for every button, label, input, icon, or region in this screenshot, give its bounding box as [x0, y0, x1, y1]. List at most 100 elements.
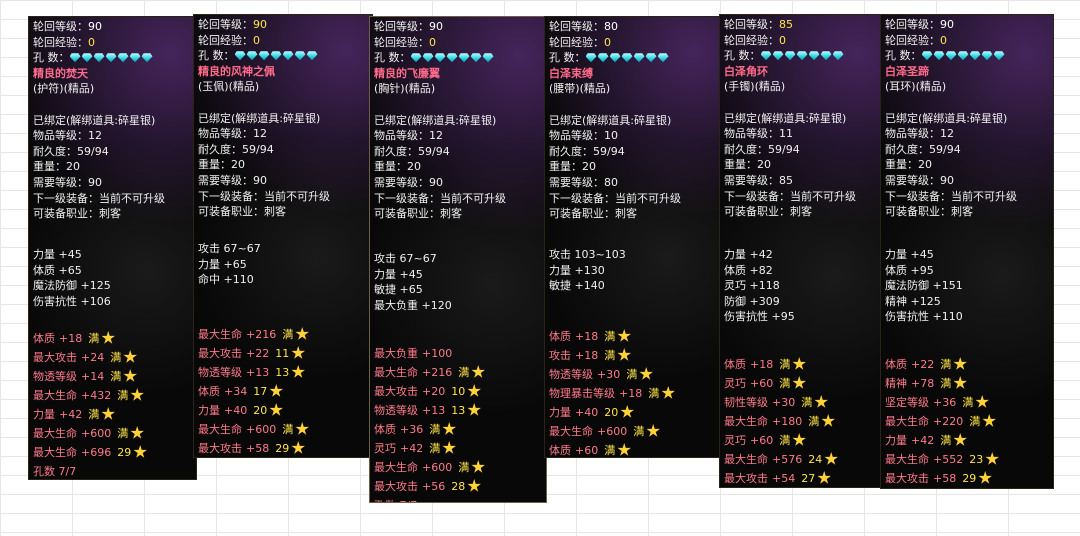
base-stat: 精神 +125: [885, 294, 941, 308]
item-property: 需要等级：85: [724, 173, 793, 187]
reincarnation-level-row: 轮回等级：90: [374, 19, 542, 35]
bonus-attribute-value: +58: [246, 442, 270, 455]
diamond-icon: [609, 53, 621, 63]
socket-label: 孔 数：: [885, 49, 922, 63]
bonus-attribute-row: 最大负重 +100: [374, 344, 485, 363]
bonus-attribute-mark: 满: [282, 328, 294, 341]
reincarnation-exp-row: 轮回经验：0: [374, 35, 542, 51]
star-icon: [617, 348, 631, 361]
base-stat: 攻击 67~67: [198, 242, 261, 255]
base-stat: 力量 +65: [198, 257, 247, 271]
diamond-icon: [470, 53, 482, 63]
reincarnation-level-value: 80: [604, 20, 618, 33]
bonus-attribute-mark: 11: [275, 347, 290, 360]
bonus-attribute-value: +56: [422, 480, 446, 493]
bonus-attribute-row: 灵巧 +42 满: [374, 439, 485, 458]
star-icon: [291, 365, 305, 378]
star-icon: [471, 460, 485, 473]
item-type: (耳环)(精品): [885, 80, 947, 94]
bonus-attribute-name: 力量: [549, 406, 571, 419]
item-name: 白泽束缚: [549, 66, 593, 80]
bonus-attribute-name: 物透等级: [549, 368, 593, 381]
reincarnation-level-value: 90: [88, 20, 102, 33]
reincarnation-level-value: 90: [429, 20, 443, 33]
tooltip-content: 轮回等级：90 轮回经验：0 孔 数： 精良的焚天 (护符)(精品) 已绑定(解绑道具:碎…: [29, 17, 196, 222]
bonus-attribute-value: +220: [933, 415, 964, 428]
reincarnation-level-row: 轮回等级：90: [885, 17, 1049, 33]
bonus-attribute-mark: 29: [275, 442, 290, 455]
bonus-attribute-row: 物透等级 +13 13: [374, 401, 485, 420]
bonus-attribute-name: 最大生命: [33, 446, 77, 459]
star-icon: [617, 329, 631, 342]
item-tooltip-1: 轮回等级：90 轮回经验：0 孔 数： 精良的焚天 (护符)(精品) 已绑定(解绑道具:碎…: [28, 16, 197, 480]
socket-label: 孔 数：: [549, 51, 586, 65]
bonus-attribute-row: 最大生命 +216 满: [198, 325, 309, 344]
bonus-attribute-name: 体质: [374, 423, 396, 436]
bonus-attribute-value: +58: [933, 472, 957, 485]
bonus-attribute-row: 体质 +22 满: [885, 355, 999, 374]
item-tooltip-6: 轮回等级：90 轮回经验：0 孔 数： 白泽圣蹄 (耳环)(精品) 已绑定(解绑道具:碎星…: [880, 14, 1054, 489]
diamond-icon: [105, 53, 117, 63]
item-property: 已绑定(解绑道具:碎星银): [885, 111, 1008, 125]
reincarnation-exp-label: 轮回经验：: [198, 33, 253, 47]
item-property: 重量：20: [374, 160, 421, 174]
bonus-attribute-value: +600: [81, 427, 112, 440]
bonus-attribute-value: +36: [400, 423, 424, 436]
bonus-attribute-mark: 28: [451, 480, 466, 493]
bonus-attribute-mark: 满: [940, 434, 952, 447]
star-icon: [130, 388, 144, 401]
bonus-attribute-value: +18: [575, 349, 599, 362]
reincarnation-level-row: 轮回等级：80: [549, 19, 716, 35]
bonus-attribute-name: 攻击: [549, 349, 571, 362]
bonus-attribute-row: 最大生命 +600 满: [33, 424, 147, 443]
bonus-attribute-name: 灵巧: [724, 434, 746, 447]
bonus-attribute-value: +696: [81, 446, 112, 459]
star-icon: [123, 350, 137, 363]
bonus-attribute-value: +14: [81, 370, 105, 383]
bonus-attribute-row: 力量 +42 满: [33, 405, 147, 424]
item-property: 已绑定(解绑道具:碎星银): [33, 113, 156, 127]
item-property: 已绑定(解绑道具:碎星银): [724, 111, 847, 125]
base-stat: 体质 +95: [885, 263, 934, 277]
bonus-attribute-name: 物透等级: [198, 366, 242, 379]
item-property: 可装备职业：刺客: [549, 207, 637, 221]
reincarnation-level-row: 轮回等级：90: [198, 17, 368, 33]
bonus-attribute-mark: 满: [779, 434, 791, 447]
item-property: 需要等级：90: [885, 173, 954, 187]
bonus-attribute-value: +40: [224, 404, 248, 417]
item-property: 下一级装备：当前不可升级: [198, 189, 330, 203]
item-name: 精良的飞廉翼: [374, 66, 440, 80]
bonus-attribute-row: 力量 +40 20: [198, 401, 309, 420]
bonus-attribute-row: 物理暴击等级 +18 满: [549, 384, 675, 403]
bonus-attribute-name: 体质: [885, 358, 907, 371]
tooltip-content: 轮回等级：90 轮回经验：0 孔 数： 精良的飞廉翼 (胸针)(精品) 已绑定(解绑道具:…: [370, 17, 546, 222]
bonus-attribute-mark: 满: [88, 408, 100, 421]
bonus-attribute-mark: 满: [801, 396, 813, 409]
bonus-attribute-mark: 满: [429, 423, 441, 436]
bonus-attribute-row: 最大生命 +220 满: [885, 412, 999, 431]
diamond-icon: [93, 53, 105, 63]
diamond-icon: [69, 53, 81, 63]
diamond-icon: [760, 51, 772, 61]
socket-count: 孔数 7/7: [374, 496, 485, 502]
reincarnation-exp-row: 轮回经验：0: [198, 33, 368, 49]
bonus-attribute-row: 最大生命 +576 24: [724, 450, 838, 469]
item-property: 已绑定(解绑道具:碎星银): [549, 113, 672, 127]
bonus-attribute-value: +54: [772, 472, 796, 485]
item-property: 重量：20: [724, 158, 771, 172]
bonus-attribute-name: 最大生命: [198, 423, 242, 436]
diamond-icon: [270, 51, 282, 61]
socket-label: 孔 数：: [33, 51, 70, 65]
item-property: 可装备职业：刺客: [724, 205, 812, 219]
bonus-attribute-row: 物透等级 +14 满: [33, 367, 147, 386]
star-icon: [291, 441, 305, 454]
reincarnation-exp-value: 0: [940, 33, 947, 47]
bonus-attribute-value: +42: [59, 408, 83, 421]
star-icon: [646, 424, 660, 437]
bonus-attribute-name: 最大生命: [33, 389, 77, 402]
star-icon: [982, 414, 996, 427]
bonus-attribute-mark: 满: [604, 349, 616, 362]
diamond-icon: [832, 51, 844, 61]
